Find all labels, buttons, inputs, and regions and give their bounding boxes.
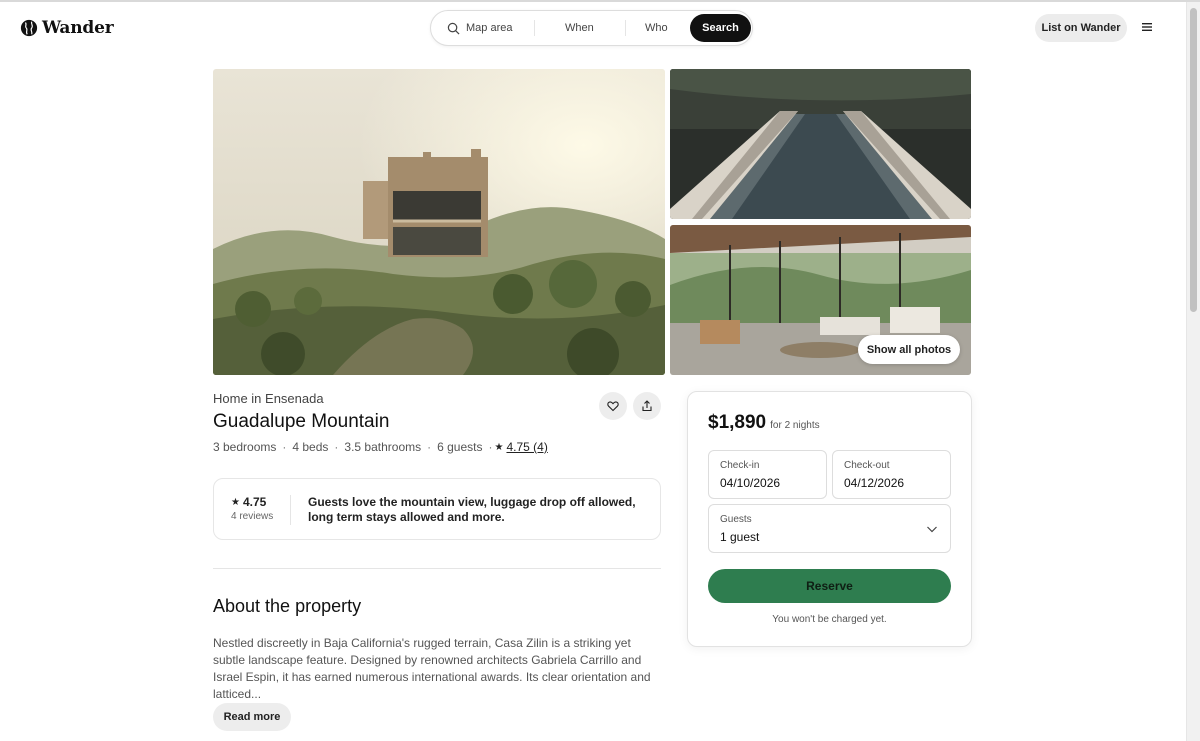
globe-icon (20, 19, 38, 37)
listing-facts: 3 bedrooms · 4 beds · 3.5 bathrooms · 6 … (213, 440, 548, 454)
review-divider (290, 495, 291, 525)
map-area-label: Map area (466, 22, 513, 34)
chevron-down-icon (927, 526, 937, 533)
list-on-wander-button[interactable]: List on Wander (1035, 14, 1127, 42)
guests-select[interactable]: Guests 1 guest (708, 504, 951, 553)
beds-count: 4 beds (292, 440, 329, 454)
separator-dot: · (334, 440, 339, 454)
booking-card: $1,890 for 2 nights Check-in 04/10/2026 … (687, 391, 972, 647)
map-area-field[interactable]: Map area (447, 11, 512, 45)
review-rating-value: 4.75 (242, 495, 267, 509)
bedrooms-count: 3 bedrooms (213, 440, 277, 454)
show-all-photos-button[interactable]: Show all photos (858, 335, 960, 364)
search-bar: Map area When Who Search (430, 10, 753, 46)
pool-photo[interactable] (670, 69, 971, 219)
about-description: Nestled discreetly in Baja California's … (213, 636, 651, 701)
favorite-button[interactable] (599, 392, 627, 420)
search-icon (447, 22, 460, 34)
review-summary-card[interactable]: ★ 4.75 4 reviews Guests love the mountai… (213, 478, 661, 540)
price-row: $1,890 for 2 nights (708, 412, 820, 434)
who-field[interactable]: Who (645, 11, 668, 45)
review-rating: ★ 4.75 (231, 495, 266, 509)
listing-subtitle: Home in Ensenada (213, 391, 324, 406)
listing-title: Guadalupe Mountain (213, 411, 390, 432)
check-out-field[interactable]: Check-out 04/12/2026 (832, 450, 951, 499)
charge-note: You won't be charged yet. (772, 614, 887, 625)
separator-dot: · (427, 440, 432, 454)
check-in-label: Check-in (720, 460, 760, 471)
heart-icon (607, 401, 619, 412)
page-scrollbar[interactable] (1186, 2, 1200, 741)
rating-link[interactable]: 4.75 (4) (506, 440, 547, 454)
search-divider (625, 20, 626, 36)
check-out-label: Check-out (844, 460, 890, 471)
main-photo-house[interactable] (213, 69, 665, 375)
brand-name: Wander (42, 18, 114, 38)
share-icon (642, 400, 652, 412)
check-in-value: 04/10/2026 (720, 476, 781, 490)
star-icon: ★ (231, 496, 240, 508)
price-note: for 2 nights (770, 420, 820, 431)
check-out-value: 04/12/2026 (844, 476, 905, 490)
read-more-button[interactable]: Read more (213, 703, 291, 731)
section-divider (213, 568, 661, 569)
separator-dot: · (282, 440, 287, 454)
review-summary-text: Guests love the mountain view, luggage d… (308, 495, 636, 524)
search-button[interactable]: Search (690, 14, 751, 42)
scrollbar-thumb[interactable] (1190, 8, 1197, 312)
review-count: 4 reviews (231, 511, 274, 522)
guests-count: 6 guests (437, 440, 483, 454)
total-price: $1,890 (708, 412, 767, 433)
brand-logo[interactable]: Wander (20, 18, 114, 38)
top-border (0, 0, 1200, 2)
hamburger-menu-icon[interactable] (1139, 19, 1155, 35)
when-field[interactable]: When (565, 11, 594, 45)
check-in-field[interactable]: Check-in 04/10/2026 (708, 450, 827, 499)
share-button[interactable] (633, 392, 661, 420)
guests-value: 1 guest (720, 530, 760, 544)
bathrooms-count: 3.5 bathrooms (344, 440, 422, 454)
about-heading: About the property (213, 596, 362, 616)
search-divider (534, 20, 535, 36)
guests-label: Guests (720, 514, 752, 525)
star-icon: ★ (494, 441, 504, 453)
separator-dot: · (488, 440, 493, 454)
reserve-button[interactable]: Reserve (708, 569, 951, 603)
